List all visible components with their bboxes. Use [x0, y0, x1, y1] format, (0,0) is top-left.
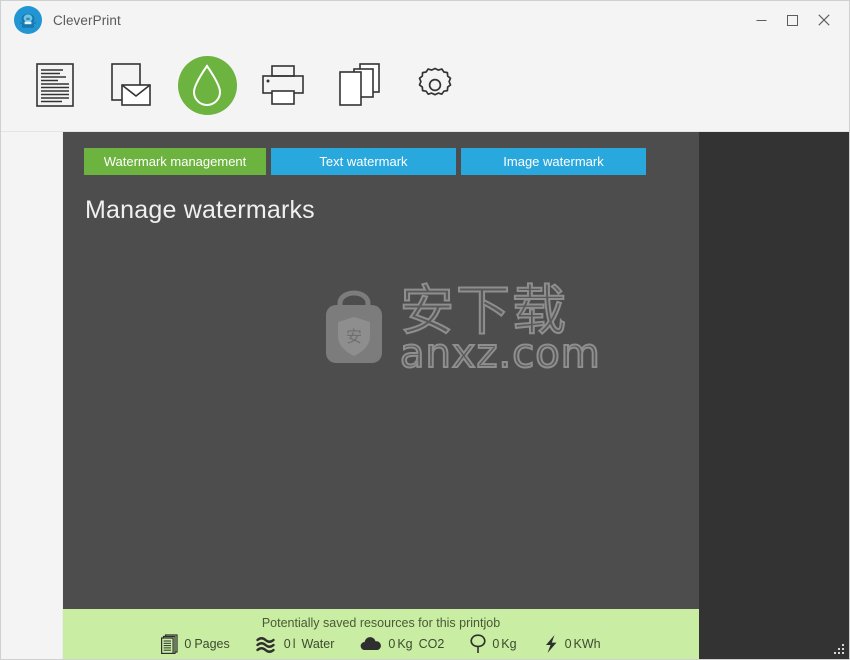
tab-watermark-management[interactable]: Watermark management — [84, 148, 266, 175]
watermark-tabs: Watermark management Text watermark Imag… — [63, 132, 699, 175]
lightning-icon — [543, 634, 559, 654]
status-value: 0 — [184, 636, 192, 651]
status-items: 0 Pages 0 l Water 0 Kg CO2 0 Kg 0 KWh — [161, 633, 601, 654]
site-watermark-cn: 安下载 — [399, 278, 568, 342]
tab-image-watermark[interactable]: Image watermark — [461, 148, 646, 175]
gear-icon — [415, 65, 455, 105]
envelope-document-icon — [110, 63, 152, 107]
main-content: Watermark management Text watermark Imag… — [63, 132, 699, 609]
status-item-tree: 0 Kg — [470, 633, 517, 654]
window-controls — [746, 1, 849, 39]
status-value: 0 — [492, 636, 500, 651]
cloud-icon — [360, 636, 382, 652]
resource-status-bar: Potentially saved resources for this pri… — [63, 609, 699, 659]
status-item-co2: 0 Kg CO2 — [360, 636, 444, 652]
toolbar-item-settings[interactable] — [397, 47, 473, 123]
status-extra: CO2 — [418, 636, 445, 651]
app-title: CleverPrint — [53, 12, 121, 28]
right-panel — [699, 132, 849, 659]
status-heading: Potentially saved resources for this pri… — [261, 615, 501, 630]
tab-label: Image watermark — [503, 154, 604, 169]
svg-text:安: 安 — [346, 327, 362, 346]
status-unit: Kg — [397, 636, 413, 651]
main-toolbar — [1, 39, 849, 132]
page-title: Manage watermarks — [85, 196, 315, 224]
status-value: 0 — [564, 636, 572, 651]
left-sidebar — [1, 132, 63, 659]
close-icon[interactable] — [808, 1, 839, 39]
status-unit: Pages — [194, 636, 230, 651]
resize-grip-icon[interactable] — [833, 643, 846, 656]
site-watermark-overlay: 安 安下载 anxz.com — [318, 278, 601, 377]
toolbar-item-printer[interactable] — [245, 47, 321, 123]
maximize-icon[interactable] — [777, 1, 808, 39]
tab-text-watermark[interactable]: Text watermark — [271, 148, 456, 175]
printer-icon — [261, 65, 305, 105]
app-window: ≡ CleverPrint Watermark management Text … — [0, 0, 850, 660]
site-watermark-domain: anxz.com — [399, 330, 601, 377]
body-area: Watermark management Text watermark Imag… — [1, 132, 849, 659]
status-item-pages: 0 Pages — [161, 633, 230, 654]
status-value: 0 — [283, 636, 291, 651]
cleverprint-logo-icon: ≡ — [14, 6, 42, 34]
tab-label: Watermark management — [103, 154, 247, 169]
title-bar: ≡ CleverPrint — [1, 1, 849, 39]
status-item-water: 0 l Water — [256, 635, 335, 653]
toolbar-item-document[interactable] — [17, 47, 93, 123]
status-extra: Water — [301, 636, 335, 651]
pages-icon — [161, 633, 178, 654]
status-unit: KWh — [573, 636, 601, 651]
status-unit: Kg — [501, 636, 517, 651]
site-watermark-text: 安下载 anxz.com — [399, 278, 601, 377]
status-unit: l — [292, 636, 296, 651]
water-droplet-icon — [177, 55, 237, 115]
tab-label: Text watermark — [319, 154, 408, 169]
toolbar-item-mail[interactable] — [93, 47, 169, 123]
water-waves-icon — [256, 635, 278, 653]
toolbar-item-copies[interactable] — [321, 47, 397, 123]
status-value: 0 — [388, 636, 396, 651]
document-lines-icon — [36, 63, 74, 107]
center-column: Watermark management Text watermark Imag… — [63, 132, 699, 659]
shopping-bag-shield-icon: 安 — [318, 285, 390, 372]
tree-icon — [470, 633, 486, 654]
toolbar-item-watermark[interactable] — [169, 47, 245, 123]
status-item-energy: 0 KWh — [543, 634, 601, 654]
minimize-icon[interactable] — [746, 1, 777, 39]
multiple-pages-icon — [338, 63, 380, 107]
